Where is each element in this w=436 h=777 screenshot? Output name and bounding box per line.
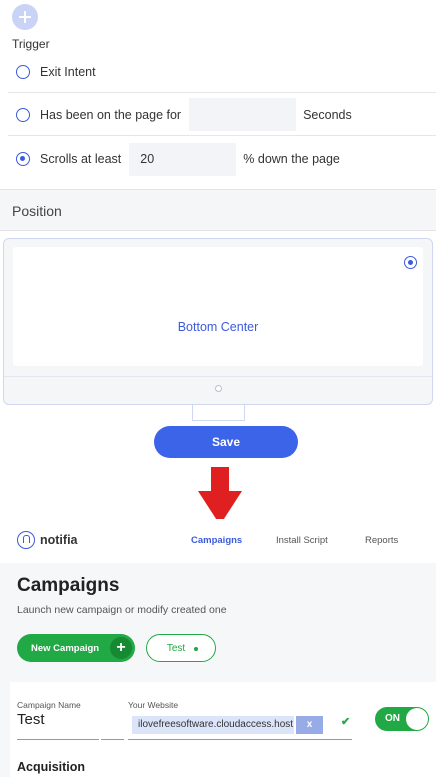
monitor-stand [192,404,193,420]
toggle-knob [406,708,428,730]
bell-logo-icon [17,531,35,549]
position-radio-selected[interactable] [404,256,417,269]
seconds-suffix: Seconds [303,107,352,122]
monitor-divider [4,376,432,377]
page-subtitle: Launch new campaign or modify created on… [17,604,227,616]
plus-icon: + [110,637,132,659]
campaign-name-label: Campaign Name [17,700,81,710]
down-arrow-icon [198,467,242,525]
time-on-page-label: Has been on the page for [40,107,182,122]
position-header: Position [0,189,436,231]
campaign-toggle[interactable]: ON [375,707,429,731]
nav-reports[interactable]: Reports [365,535,398,546]
toggle-label: ON [385,713,400,724]
save-button[interactable]: Save [154,426,298,458]
radio-scroll[interactable] [16,152,30,166]
position-selected-label: Bottom Center [177,320,259,334]
add-trigger-icon[interactable] [12,4,38,30]
position-preview: Bottom Center [3,238,433,405]
trigger-option-time-on-page[interactable]: Has been on the page for Seconds [8,94,436,136]
trigger-label: Trigger [12,37,50,51]
nav-install-script[interactable]: Install Script [276,535,328,546]
radio-exit-intent[interactable] [16,65,30,79]
remove-website-button[interactable]: x [296,716,323,734]
campaign-name-underline [17,739,99,740]
trigger-option-exit-intent[interactable]: Exit Intent [8,52,436,93]
page-title: Campaigns [17,575,120,596]
notifia-app: notifia Campaigns Install Script Reports… [0,519,436,777]
app-logo: notifia [40,533,78,547]
website-chip: ilovefreesoftware.cloudaccess.host [132,716,294,734]
position-option-bottom-center[interactable]: Bottom Center [13,247,423,366]
monitor-stand-base [192,420,245,421]
scroll-percent-input[interactable] [129,142,237,176]
seconds-input[interactable] [189,98,297,131]
exit-intent-label: Exit Intent [40,65,96,79]
acquisition-heading: Acquisition [17,760,86,774]
campaign-name-field[interactable]: Test [17,711,45,728]
scroll-suffix: % down the page [243,152,340,166]
monitor-button-icon [215,385,222,392]
trigger-option-scroll[interactable]: Scrolls at least % down the page [8,137,436,181]
radio-time-on-page[interactable] [16,107,30,122]
website-label: Your Website [128,700,179,710]
monitor-stand-right [244,404,245,420]
website-underline [128,739,352,740]
status-dot-icon [194,647,198,651]
scroll-label: Scrolls at least [40,152,122,166]
new-campaign-button[interactable]: New Campaign + [17,634,135,662]
test-label: Test [166,642,186,654]
nav-campaigns[interactable]: Campaigns [191,535,242,546]
test-campaign-button[interactable]: Test [146,634,216,662]
new-campaign-label: New Campaign [31,642,100,654]
campaign-form: Campaign Name Test Your Website ilovefre… [10,682,436,777]
check-icon: ✔ [341,716,351,728]
position-heading: Position [12,203,62,219]
top-nav: notifia Campaigns Install Script Reports [0,519,436,563]
campaign-name-underline-2 [101,739,124,740]
